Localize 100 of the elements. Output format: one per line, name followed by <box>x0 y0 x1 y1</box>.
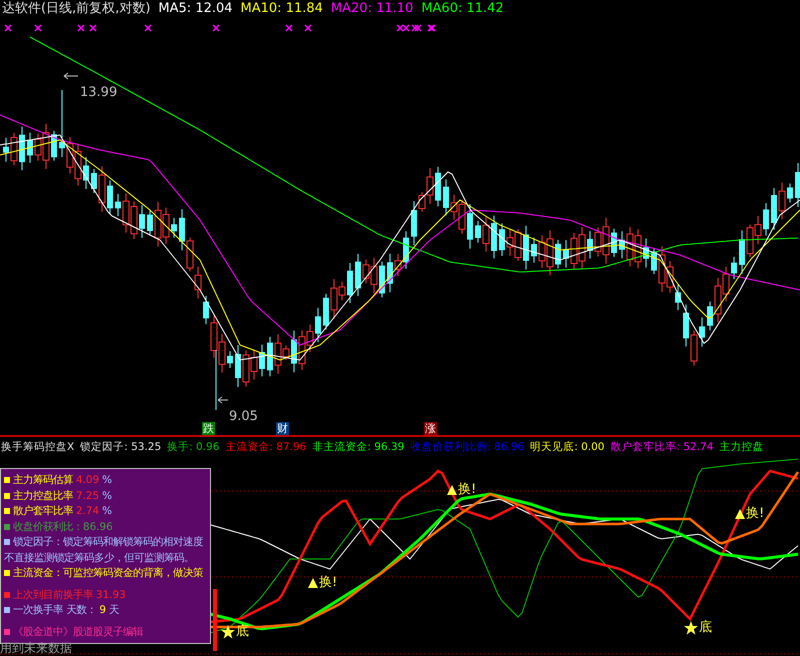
candlestick <box>587 230 593 260</box>
candlestick <box>707 301 713 331</box>
high-price-label: 13.99 <box>80 86 118 100</box>
panel-unit: % <box>102 505 112 518</box>
candlestick <box>3 137 9 162</box>
indicator-reading: 换手: 0.96 <box>167 440 220 455</box>
bullet-icon <box>4 570 10 576</box>
bullet-icon <box>4 477 10 484</box>
indicator-reading: 锁定因子: 53.25 <box>80 440 162 455</box>
panel-value: 31.93 <box>96 588 126 601</box>
candlestick <box>315 307 321 343</box>
candlestick <box>10 132 18 166</box>
candlestick <box>731 256 737 280</box>
candlestick <box>411 200 417 246</box>
panel-text: 不直接监测锁定筹码多少，但可监测筹码。 <box>4 550 194 565</box>
panel-text: 主力控盘比率 <box>13 488 73 503</box>
moving-average-reading: MA5: 12.04 <box>158 0 233 16</box>
triangle-icon <box>735 509 745 519</box>
candlestick <box>651 248 657 274</box>
panel-text: 《股金道中》股道股灵子编辑 <box>13 624 143 639</box>
candlestick <box>787 182 793 204</box>
event-badge[interactable]: 财 <box>276 422 289 435</box>
panel-value: 2.74 <box>76 505 100 518</box>
indicator-reading: 明天见底: 0.00 <box>530 440 604 455</box>
candlestick <box>83 156 89 190</box>
signal-label: 换! <box>458 483 476 497</box>
candlestick <box>19 126 25 171</box>
moving-average-reading: MA20: 11.10 <box>330 0 414 16</box>
signal-bar <box>213 589 217 651</box>
candlestick <box>147 210 153 236</box>
candlestick <box>739 230 745 274</box>
candlestick <box>523 225 529 270</box>
panel-text: 一次换手率 天数： <box>13 603 96 618</box>
bullet-icon <box>4 592 10 598</box>
triangle-icon <box>447 485 457 495</box>
candlestick <box>690 330 698 366</box>
candlestick <box>467 204 473 250</box>
signal-label: 底 <box>236 625 249 639</box>
candlestick <box>379 261 385 298</box>
panel-unit: % <box>102 490 112 502</box>
panel-value: 4.09 <box>76 474 100 486</box>
candlestick <box>531 237 537 264</box>
indicator-reading: 主流资金: 87.96 <box>225 440 306 455</box>
bullet-icon <box>4 492 10 499</box>
indicator-reading: 主力控盘 <box>719 440 764 455</box>
candlestick <box>98 166 106 212</box>
candlestick <box>403 230 409 270</box>
candlestick <box>227 350 233 368</box>
bullet-icon <box>4 628 10 635</box>
candlestick <box>675 284 681 311</box>
candlestick <box>394 253 402 277</box>
candlestick <box>235 344 241 388</box>
panel-text: 收盘价获利比：86.96 <box>13 520 113 534</box>
panel-text: 散户套牢比率 <box>13 504 73 518</box>
candlestick <box>795 162 800 208</box>
candlestick <box>499 222 505 256</box>
panel-unit: 天 <box>108 603 119 618</box>
signal-label: 换! <box>746 507 764 521</box>
candlestick <box>443 178 449 216</box>
event-badge[interactable]: 跌 <box>202 422 215 435</box>
candlestick <box>139 204 145 238</box>
signal-label: 底 <box>699 621 712 635</box>
candlestick <box>291 330 297 373</box>
panel-text: 上次到目前换手率 <box>13 588 93 602</box>
left-arrow-icon <box>64 72 78 80</box>
bullet-icon <box>4 539 10 546</box>
chart-title: 达软件(日线,前复权,对数) <box>2 0 150 16</box>
candlestick <box>643 238 649 268</box>
candlestick <box>107 180 113 214</box>
candlestick <box>355 253 361 297</box>
candlestick <box>619 230 625 259</box>
candlestick <box>171 217 177 238</box>
left-arrow-icon <box>218 396 228 404</box>
candlestick <box>59 90 65 158</box>
future-data-note: 用到未来数据 <box>0 641 72 655</box>
candlestick <box>482 216 490 252</box>
bullet-icon <box>4 524 10 530</box>
moving-average-reading: MA60: 11.42 <box>421 0 504 16</box>
candlestick <box>179 208 185 251</box>
candlestick <box>387 253 393 293</box>
indicator-reading: 非主流资金: 96.39 <box>312 440 404 455</box>
candlestick <box>563 240 569 268</box>
candlestick <box>347 262 353 304</box>
triangle-icon <box>308 578 318 588</box>
candlestick <box>323 293 329 330</box>
star-icon <box>221 625 235 639</box>
candlestick <box>555 239 561 269</box>
candlestick <box>763 202 769 236</box>
bullet-icon <box>4 508 10 514</box>
candlestick <box>699 316 705 348</box>
moving-average-reading: MA10: 11.84 <box>240 0 323 16</box>
star-icon <box>684 621 698 635</box>
candlestick <box>771 188 777 230</box>
indicator-reading: 散户套牢比率: 52.74 <box>610 440 714 455</box>
candlestick <box>778 182 786 220</box>
candlestick <box>491 215 497 259</box>
event-badge[interactable]: 涨 <box>424 422 437 435</box>
candlestick <box>611 228 617 258</box>
indicator-name: 换手筹码控盘X <box>1 440 74 455</box>
candlestick <box>475 220 481 244</box>
